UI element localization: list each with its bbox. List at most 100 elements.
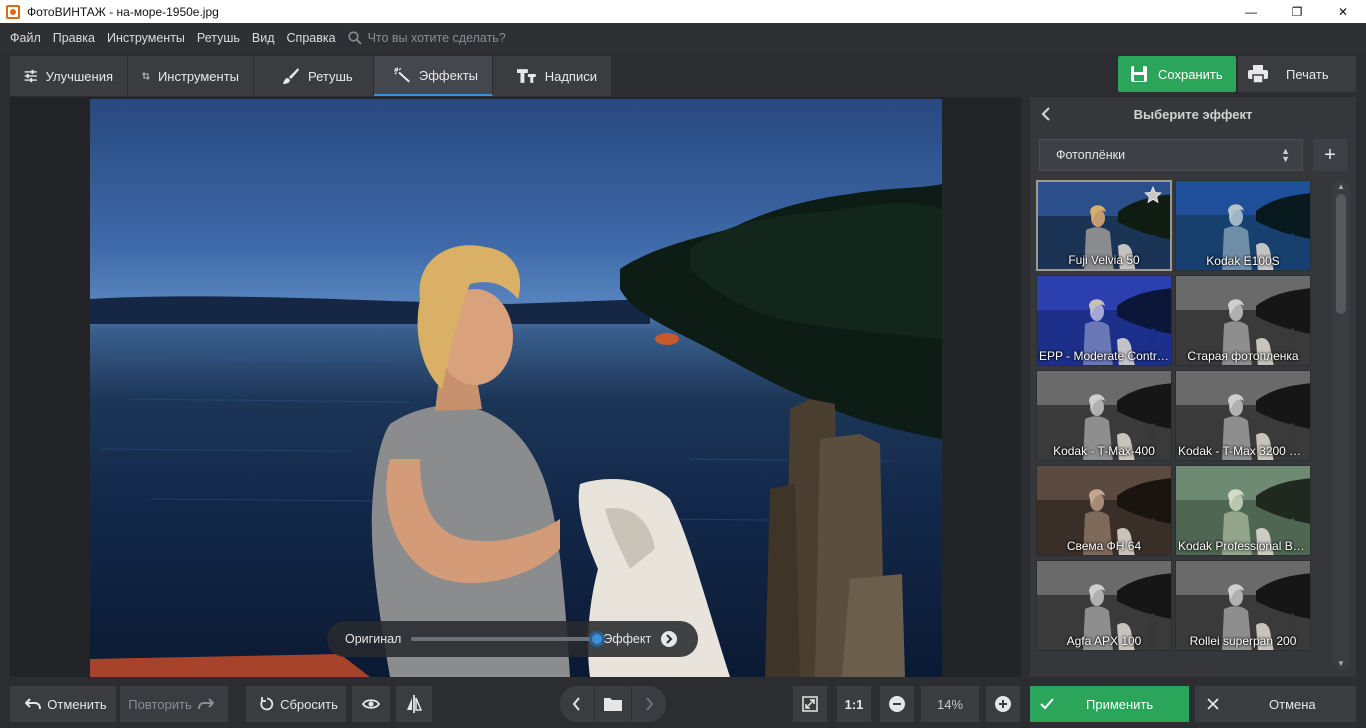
tab-tools[interactable]: Инструменты (128, 56, 254, 96)
window-title: ФотоВИНТАЖ - на-море-1950е.jpg (27, 4, 219, 19)
effect-thumbnail[interactable]: Fuji Velvia 50 (1036, 180, 1172, 271)
reset-button[interactable]: Сбросить (246, 686, 346, 722)
effect-thumbnail[interactable]: Свема ФН 64 (1036, 465, 1172, 556)
effect-thumbnail-label: Kodak - T-Max-400 (1053, 444, 1155, 458)
text-icon (517, 69, 536, 83)
minus-circle-icon (889, 696, 905, 712)
effect-thumbnail-label: Rollei superpan 200 (1189, 634, 1297, 648)
close-icon (1207, 698, 1219, 710)
fit-to-screen-button[interactable] (793, 686, 827, 722)
save-button[interactable]: Сохранить (1118, 56, 1236, 92)
effect-thumbnail-label: Fuji Velvia 50 (1068, 253, 1140, 267)
add-effect-button[interactable]: + (1313, 139, 1347, 171)
menu-edit[interactable]: Правка (53, 31, 95, 45)
zoom-in-button[interactable] (986, 686, 1020, 722)
tab-retouch[interactable]: Ретушь (254, 56, 374, 96)
apply-label: Применить (1086, 696, 1154, 712)
next-image-button[interactable] (632, 686, 666, 722)
app-logo-icon (6, 4, 20, 19)
effect-thumbnail[interactable]: Agfa APX 100 (1036, 560, 1172, 651)
compare-slider[interactable] (411, 631, 606, 647)
window-controls: — ❐ ✕ (1228, 0, 1366, 23)
split-view-icon (407, 695, 422, 713)
crop-icon (142, 72, 150, 80)
effect-thumbnail-label: Свема ФН 64 (1066, 539, 1142, 553)
effects-scrollbar[interactable]: ▲ ▼ (1332, 180, 1350, 670)
effect-thumbnail-label: Agfa APX 100 (1066, 634, 1142, 648)
effect-thumbnail[interactable]: Kodak E100S (1175, 180, 1311, 271)
bottom-bar: Отменить Повторить Сбросить 1:1 14% Прим… (0, 680, 1366, 728)
updown-chevron-icon: ▲ ▼ (1281, 146, 1290, 164)
undo-icon (25, 698, 42, 710)
previous-image-button[interactable] (560, 686, 594, 722)
brush-icon (283, 68, 299, 84)
reset-label: Сбросить (280, 696, 338, 712)
panel-title: Выберите эффект (1133, 106, 1253, 122)
menu-retouch[interactable]: Ретушь (197, 31, 240, 45)
effect-thumbnail[interactable]: Rollei superpan 200 (1175, 560, 1311, 651)
favorite-star-icon[interactable] (1144, 186, 1162, 204)
effect-thumbnail[interactable]: EPP - Moderate Contrast (1036, 275, 1172, 366)
magic-wand-icon (394, 67, 410, 83)
menu-file[interactable]: Файл (10, 31, 41, 45)
category-value: Фотоплёнки (1056, 148, 1126, 162)
effect-thumbnail[interactable]: Старая фотопленка (1175, 275, 1311, 366)
effect-label: Эффект (603, 632, 652, 646)
close-button[interactable]: ✕ (1320, 0, 1366, 23)
search-icon (347, 31, 362, 45)
menu-help[interactable]: Справка (287, 31, 336, 45)
panel-header: Выберите эффект (1030, 97, 1356, 131)
menu-view[interactable]: Вид (252, 31, 275, 45)
redo-label: Повторить (128, 696, 192, 712)
compare-next-button[interactable] (661, 631, 678, 647)
redo-icon (197, 698, 214, 710)
effects-panel: Выберите эффект Фотоплёнки ▲ ▼ + Fuji Vel… (1030, 97, 1356, 677)
redo-button[interactable]: Повторить (120, 686, 228, 722)
effect-thumbnail[interactable]: Kodak - T-Max 3200 Pushed (1175, 370, 1311, 461)
undo-button[interactable]: Отменить (10, 686, 116, 722)
floppy-disk-icon (1131, 66, 1147, 82)
image-canvas[interactable]: Оригинал Эффект (10, 97, 1021, 677)
print-label: Печать (1286, 66, 1329, 82)
back-arrow-icon[interactable] (1040, 106, 1052, 122)
maximize-button[interactable]: ❐ (1274, 0, 1320, 23)
tab-label: Улучшения (45, 68, 113, 84)
save-label: Сохранить (1158, 66, 1223, 82)
preview-toggle-button[interactable] (352, 686, 390, 722)
zoom-level[interactable]: 14% (921, 686, 979, 722)
effect-thumbnail-label: Kodak - T-Max 3200 Pushed (1178, 444, 1310, 458)
scrollbar-thumb[interactable] (1336, 194, 1346, 314)
menu-tools[interactable]: Инструменты (107, 31, 185, 45)
title-bar: ФотоВИНТАЖ - на-море-1950е.jpg — ❐ ✕ (0, 0, 1366, 23)
zoom-out-button[interactable] (880, 686, 914, 722)
cancel-label: Отмена (1269, 696, 1316, 712)
effect-category-select[interactable]: Фотоплёнки ▲ ▼ (1039, 139, 1303, 171)
reset-icon (260, 697, 274, 711)
effect-thumbnail[interactable]: Kodak - T-Max-400 (1036, 370, 1172, 461)
scroll-down-icon[interactable]: ▼ (1337, 659, 1345, 668)
tab-enhancements[interactable]: Улучшения (10, 56, 128, 96)
tab-effects[interactable]: Эффекты (374, 56, 493, 96)
open-folder-button[interactable] (595, 686, 631, 722)
effect-thumbnail-label: EPP - Moderate Contrast (1039, 349, 1171, 363)
compare-split-button[interactable] (396, 686, 432, 722)
effect-thumbnail[interactable]: Kodak Professional BW400CN (1175, 465, 1311, 556)
tab-label: Надписи (544, 68, 597, 84)
expand-icon (802, 696, 818, 712)
print-button[interactable]: Печать (1238, 56, 1356, 92)
sliders-icon (24, 69, 37, 83)
mode-tabs: Улучшения Инструменты Ретушь Эффекты Над… (10, 56, 612, 96)
minimize-button[interactable]: — (1228, 0, 1274, 23)
effects-grid: Fuji Velvia 50 Kodak E100S EPP - Moderate … (1036, 180, 1314, 674)
tab-captions[interactable]: Надписи (493, 56, 612, 96)
plus-circle-icon (995, 696, 1011, 712)
cancel-button[interactable]: Отмена (1195, 686, 1356, 722)
effect-thumbnail-label: Kodak Professional BW400CN (1178, 539, 1310, 553)
eye-icon (362, 699, 380, 709)
zoom-1to1-button[interactable]: 1:1 (837, 686, 871, 722)
menu-bar: Файл Правка Инструменты Ретушь Вид Справ… (0, 23, 1366, 53)
apply-button[interactable]: Применить (1030, 686, 1189, 722)
command-search[interactable]: Что вы хотите сделать? (347, 31, 506, 45)
search-placeholder: Что вы хотите сделать? (367, 31, 506, 45)
scroll-up-icon[interactable]: ▲ (1337, 182, 1345, 191)
